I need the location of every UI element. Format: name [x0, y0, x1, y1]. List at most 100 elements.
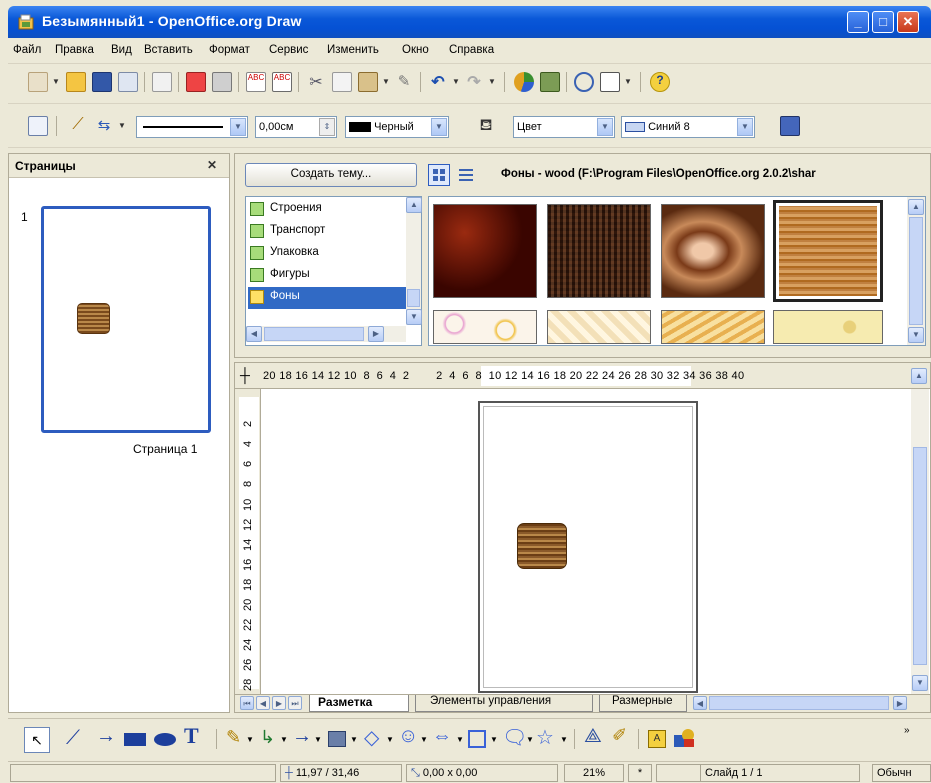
theme-list-hscrollbar[interactable]: ◀ ▶ — [246, 326, 406, 342]
zoom-level[interactable]: 21% — [564, 764, 624, 782]
chevron-down-icon[interactable]: ▼ — [597, 118, 613, 136]
glue-points-icon[interactable]: ✐ — [612, 725, 627, 746]
scroll-right-icon[interactable]: ▶ — [893, 696, 907, 710]
arrow-style-icon[interactable]: ⇆ — [94, 116, 114, 136]
texture-thumb[interactable] — [773, 310, 883, 344]
zoom-icon[interactable] — [600, 72, 620, 92]
menu-tools[interactable]: Сервис — [269, 44, 308, 56]
tab-layout[interactable]: Разметка — [309, 695, 409, 712]
texture-thumb[interactable] — [433, 310, 537, 344]
points-icon[interactable]: ⟁ — [584, 725, 602, 748]
close-button[interactable]: ✕ — [897, 11, 919, 33]
copy-icon[interactable] — [332, 72, 352, 92]
scroll-right-icon[interactable]: ▶ — [368, 326, 384, 342]
chevron-down-icon[interactable]: ▼ — [386, 735, 394, 744]
line-tool-icon[interactable]: ⟋ — [66, 727, 80, 750]
redo-icon[interactable]: ↷ — [464, 72, 484, 92]
symbol-shapes-icon[interactable]: ☺ — [398, 725, 418, 748]
menu-help[interactable]: Справка — [449, 44, 494, 56]
theme-list-scrollbar[interactable]: ▲ ▼ — [406, 197, 422, 325]
menu-format[interactable]: Формат — [209, 44, 250, 56]
flowchart-icon[interactable] — [468, 730, 486, 748]
menu-modify[interactable]: Изменить — [327, 44, 379, 56]
tab-controls[interactable]: Элементы управления — [415, 695, 593, 712]
fontwork-icon[interactable]: A — [648, 730, 666, 748]
text-tool-icon[interactable]: T — [184, 723, 199, 749]
minimize-button[interactable]: _ — [847, 11, 869, 33]
chevron-down-icon[interactable]: ▼ — [488, 77, 496, 86]
list-item-selected[interactable]: Фоны — [248, 287, 406, 309]
block-arrows-icon[interactable]: ⇔ — [432, 725, 452, 748]
spin-icon[interactable]: ⇕ — [319, 118, 335, 136]
email-icon[interactable] — [118, 72, 138, 92]
area-bucket-icon[interactable]: ⛾ — [476, 116, 496, 136]
ellipse-icon[interactable] — [154, 733, 176, 746]
first-tab-icon[interactable]: ⏮ — [240, 696, 254, 710]
chevron-down-icon[interactable]: ▼ — [737, 118, 753, 136]
menu-edit[interactable]: Правка — [55, 44, 94, 56]
line-arrow-icon[interactable]: → — [96, 725, 116, 748]
close-icon[interactable]: ✕ — [207, 158, 217, 172]
area-color-select[interactable]: Синий 8 ▼ — [621, 116, 755, 138]
chevron-down-icon[interactable]: ▼ — [624, 77, 632, 86]
list-item[interactable]: Транспорт — [248, 221, 406, 243]
paste-icon[interactable] — [358, 72, 378, 92]
last-tab-icon[interactable]: ⏭ — [288, 696, 302, 710]
line-style-select[interactable]: ▼ — [136, 116, 248, 138]
prev-tab-icon[interactable]: ◀ — [256, 696, 270, 710]
chevron-down-icon[interactable]: ▼ — [52, 77, 60, 86]
open-folder-icon[interactable] — [66, 72, 86, 92]
shadow-icon[interactable] — [780, 116, 800, 136]
navigator-icon[interactable] — [574, 72, 594, 92]
lines-arrows-icon[interactable]: → — [292, 725, 312, 748]
basic-shapes-icon[interactable]: ◇ — [364, 725, 379, 750]
drawing-page[interactable] — [478, 401, 698, 693]
chart-icon[interactable] — [514, 72, 534, 92]
chevron-down-icon[interactable]: ▼ — [490, 735, 498, 744]
menu-view[interactable]: Вид — [111, 44, 132, 56]
scroll-up-icon[interactable]: ▲ — [908, 199, 924, 215]
line-icon[interactable]: ⟋ — [68, 116, 88, 136]
area-style-select[interactable]: Цвет ▼ — [513, 116, 615, 138]
list-item[interactable]: Упаковка — [248, 243, 406, 265]
chevron-down-icon[interactable]: ▼ — [350, 735, 358, 744]
scroll-left-icon[interactable]: ◀ — [693, 696, 707, 710]
menu-insert[interactable]: Вставить — [144, 44, 193, 56]
texture-thumb[interactable] — [547, 310, 651, 344]
scroll-thumb[interactable] — [909, 217, 923, 325]
print-icon[interactable] — [212, 72, 232, 92]
3d-objects-icon[interactable] — [328, 731, 346, 747]
hscroll-thumb[interactable] — [709, 696, 889, 710]
insert-image-icon[interactable] — [674, 729, 696, 749]
stars-icon[interactable]: ☆ — [536, 725, 554, 750]
tab-dimension[interactable]: Размерные — [599, 695, 687, 712]
icon-view-icon[interactable] — [428, 164, 450, 186]
ruler-origin-icon[interactable]: ┼ — [240, 367, 250, 383]
chevron-down-icon[interactable]: ▼ — [280, 735, 288, 744]
chevron-down-icon[interactable]: ▼ — [246, 735, 254, 744]
chevron-down-icon[interactable]: ▼ — [452, 77, 460, 86]
cut-icon[interactable]: ✂ — [306, 72, 326, 92]
export-pdf-icon[interactable] — [186, 72, 206, 92]
scroll-thumb[interactable] — [264, 327, 364, 341]
chevron-down-icon[interactable]: ▼ — [420, 735, 428, 744]
help-icon[interactable]: ? — [650, 72, 670, 92]
gallery-icon[interactable] — [540, 72, 560, 92]
texture-thumb-selected[interactable] — [773, 200, 883, 302]
undo-icon[interactable]: ↶ — [428, 72, 448, 92]
autospellcheck-icon[interactable]: ABC — [272, 72, 292, 92]
line-width-field[interactable]: 0,00см ⇕ — [255, 116, 337, 138]
toolbar-overflow-icon[interactable]: » — [904, 725, 910, 736]
texture-thumb[interactable] — [433, 204, 537, 298]
chevron-down-icon[interactable]: ▼ — [230, 118, 246, 136]
chevron-down-icon[interactable]: ▼ — [314, 735, 322, 744]
line-color-select[interactable]: Черный ▼ — [345, 116, 449, 138]
maximize-button[interactable]: □ — [872, 11, 894, 33]
chevron-down-icon[interactable]: ▼ — [526, 735, 534, 744]
new-document-icon[interactable] — [28, 72, 48, 92]
texture-grid-scrollbar[interactable]: ▲ ▼ — [907, 197, 925, 345]
next-tab-icon[interactable]: ▶ — [272, 696, 286, 710]
scroll-up-icon[interactable]: ▲ — [406, 197, 422, 213]
connector-icon[interactable]: ↳ — [260, 727, 275, 748]
scroll-down-icon[interactable]: ▼ — [912, 675, 928, 691]
